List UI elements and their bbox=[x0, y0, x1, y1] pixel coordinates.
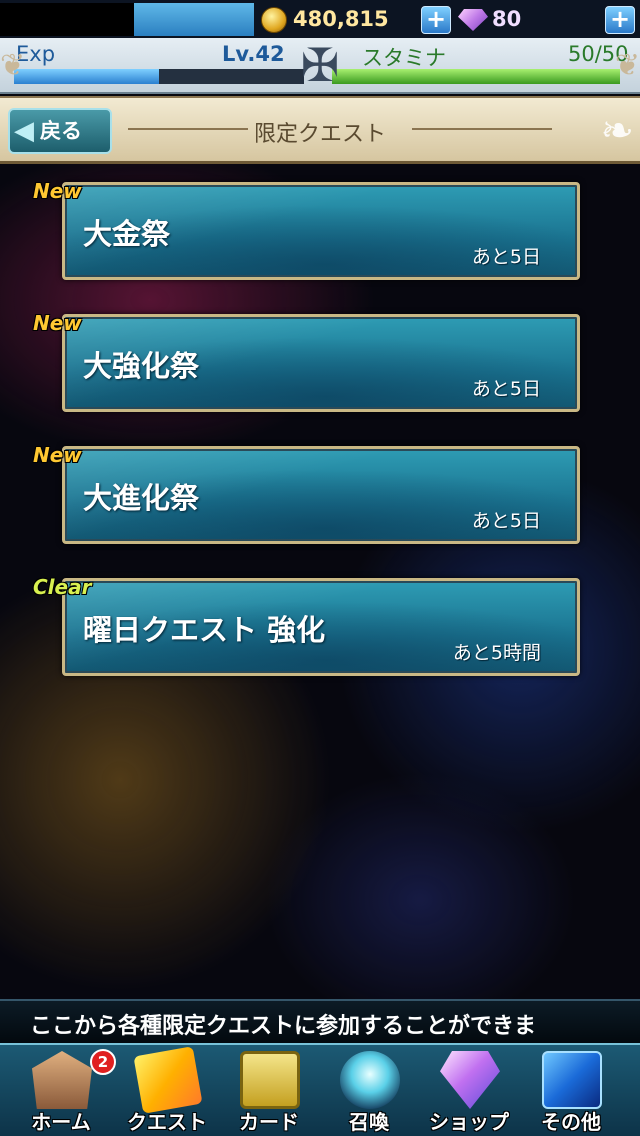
nav-shop[interactable]: ショップ bbox=[420, 1045, 518, 1136]
page-header: ◀ 戻る 限定クエスト ❧ bbox=[0, 96, 640, 164]
clear-badge: Clear bbox=[33, 575, 92, 599]
new-badge: New bbox=[33, 179, 82, 203]
quest-title: 大金祭 bbox=[83, 217, 171, 251]
stamina-label: スタミナ bbox=[362, 46, 446, 70]
nav-label: クエスト bbox=[127, 1110, 207, 1134]
gem-amount: 80 bbox=[492, 7, 522, 31]
quest-icon bbox=[133, 1046, 203, 1114]
stamina-bar bbox=[332, 69, 620, 84]
nav-label: その他 bbox=[541, 1110, 601, 1134]
quest-item[interactable]: New 大進化祭 あと5日 bbox=[33, 443, 580, 544]
quest-item[interactable]: New 大金祭 あと5日 bbox=[33, 179, 580, 280]
stamina-bar-fill bbox=[332, 69, 620, 84]
nav-home[interactable]: 2 ホーム bbox=[12, 1045, 116, 1136]
buy-gold-button[interactable]: + bbox=[421, 6, 451, 34]
info-ticker: ここから各種限定クエストに参加することができま bbox=[0, 999, 640, 1043]
quest-title: 大強化祭 bbox=[83, 349, 200, 383]
left-wing-ornament-icon: ❦ bbox=[0, 48, 26, 83]
quest-time-remaining: あと5日 bbox=[471, 510, 541, 532]
nav-label: カード bbox=[239, 1110, 299, 1134]
bottom-nav: 2 ホーム クエスト カード 召喚 ショップ その他 bbox=[0, 1043, 640, 1136]
buy-gems-button[interactable]: + bbox=[605, 6, 635, 34]
notification-badge: 2 bbox=[90, 1049, 116, 1075]
home-icon bbox=[32, 1051, 92, 1109]
nav-card[interactable]: カード bbox=[220, 1045, 318, 1136]
nav-label: ショップ bbox=[429, 1110, 509, 1134]
exp-bar bbox=[14, 69, 304, 84]
player-bar-accent bbox=[134, 3, 254, 36]
crest-emblem-icon: ✠ bbox=[300, 38, 340, 92]
quest-time-remaining: あと5時間 bbox=[452, 642, 541, 664]
gem-icon bbox=[458, 9, 488, 31]
page-title: 限定クエスト bbox=[253, 122, 386, 147]
right-wing-ornament-icon: ❦ bbox=[614, 48, 640, 83]
nav-label: 召喚 bbox=[349, 1110, 389, 1134]
nav-label: ホーム bbox=[31, 1110, 91, 1134]
gold-amount: 480,815 bbox=[293, 7, 389, 31]
quest-title: 曜日クエスト 強化 bbox=[83, 613, 326, 647]
other-icon bbox=[542, 1051, 602, 1109]
shop-icon bbox=[440, 1051, 500, 1109]
top-resource-bar: 480,815 + 80 + bbox=[0, 0, 640, 38]
card-icon bbox=[240, 1051, 300, 1109]
quest-time-remaining: あと5日 bbox=[471, 378, 541, 400]
wing-ornament-icon: ❧ bbox=[600, 108, 634, 154]
new-badge: New bbox=[33, 443, 82, 467]
quest-title: 大進化祭 bbox=[83, 481, 200, 515]
nav-other[interactable]: その他 bbox=[522, 1045, 620, 1136]
quest-item[interactable]: Clear 曜日クエスト 強化 あと5時間 bbox=[33, 575, 580, 676]
gold-coin-icon bbox=[261, 7, 287, 33]
new-badge: New bbox=[33, 311, 82, 335]
summon-icon bbox=[340, 1051, 400, 1109]
quest-item[interactable]: New 大強化祭 あと5日 bbox=[33, 311, 580, 412]
nav-quest[interactable]: クエスト bbox=[118, 1045, 216, 1136]
player-name-box bbox=[0, 3, 134, 36]
nav-summon[interactable]: 召喚 bbox=[320, 1045, 418, 1136]
ticker-text: ここから各種限定クエストに参加することができま bbox=[30, 1014, 537, 1039]
level-label: Lv.42 bbox=[222, 42, 285, 66]
header-ornament-right bbox=[412, 128, 552, 130]
quest-time-remaining: あと5日 bbox=[471, 246, 541, 268]
